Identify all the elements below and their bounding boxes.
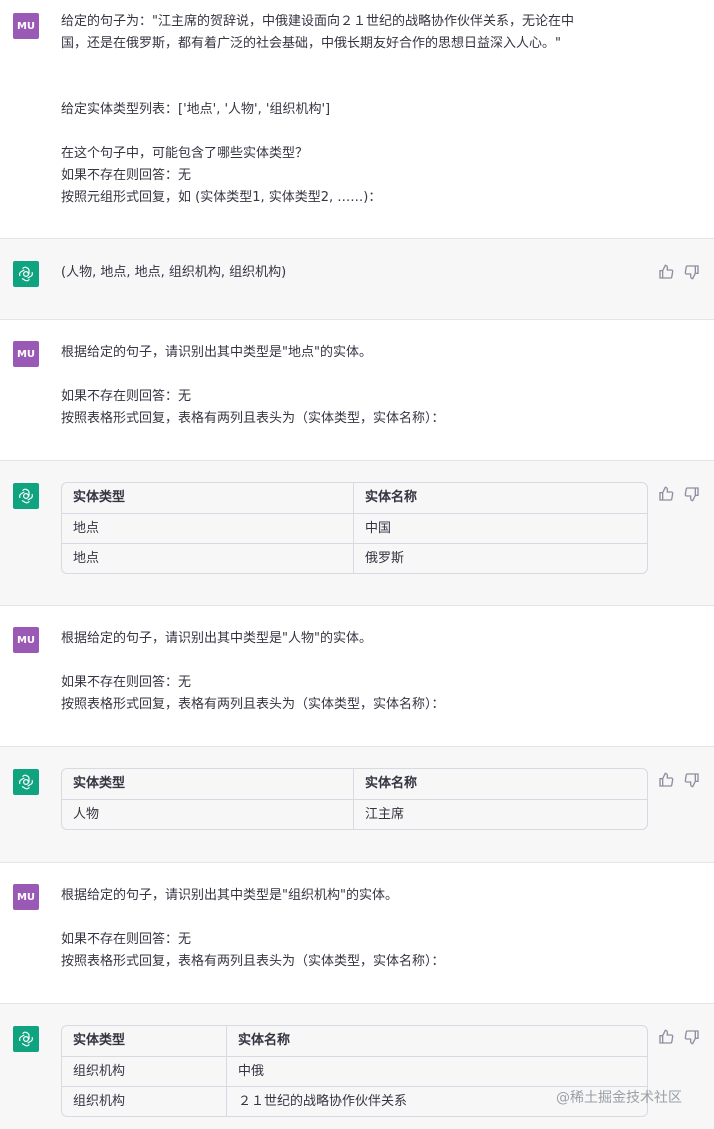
thumbs-up-icon[interactable] — [658, 772, 674, 788]
watermark: @稀土掘金技术社区 — [556, 1090, 682, 1106]
table-cell: 中俄 — [226, 1057, 647, 1086]
thumbs-down-icon[interactable] — [684, 264, 700, 280]
message-line: 给定的句子为："江主席的贺辞说，中俄建设面向２１世纪的战略协作伙伴关系，无论在中 — [61, 14, 574, 29]
table-header-cell: 实体类型 — [73, 1033, 126, 1048]
table-header-row: 实体类型 实体名称 — [62, 769, 647, 799]
message-line: 如果不存在则回答：无 — [61, 675, 192, 690]
user-message-text: 根据给定的句子，请识别出其中类型是"组织机构"的实体。 如果不存在则回答：无 按… — [61, 885, 445, 973]
table-header-cell: 实体名称 — [226, 1026, 647, 1056]
message-line: 在这个句子中，可能包含了哪些实体类型？ — [61, 146, 309, 161]
thumbs-up-icon[interactable] — [658, 264, 674, 280]
table-header-cell: 实体名称 — [353, 483, 647, 513]
user-avatar: MU — [13, 13, 39, 39]
assistant-message: 实体类型 实体名称 组织机构 中俄 组织机构 ２１世纪的战略协作伙伴关系 — [0, 1004, 714, 1129]
table-cell: 组织机构 — [73, 1064, 126, 1079]
user-message-text: 给定的句子为："江主席的贺辞说，中俄建设面向２１世纪的战略协作伙伴关系，无论在中… — [61, 11, 574, 209]
assistant-message-text: (人物, 地点, 地点, 组织机构, 组织机构) — [61, 262, 286, 284]
assistant-message: 实体类型 实体名称 人物 江主席 — [0, 747, 714, 863]
assistant-message: 实体类型 实体名称 地点 中国 地点 俄罗斯 — [0, 461, 714, 606]
message-line: 根据给定的句子，请识别出其中类型是"地点"的实体。 — [61, 345, 372, 360]
thumbs-down-icon[interactable] — [684, 486, 700, 502]
table-row: 人物 江主席 — [62, 799, 647, 829]
user-message: MU 根据给定的句子，请识别出其中类型是"人物"的实体。 如果不存在则回答：无 … — [0, 606, 714, 747]
user-message: MU 根据给定的句子，请识别出其中类型是"组织机构"的实体。 如果不存在则回答：… — [0, 863, 714, 1004]
message-line: 按照表格形式回复，表格有两列且表头为（实体类型，实体名称）： — [61, 697, 445, 712]
message-line: 如果不存在则回答：无 — [61, 389, 192, 404]
feedback-actions — [658, 264, 700, 280]
table-cell: 地点 — [73, 551, 100, 566]
entity-table: 实体类型 实体名称 人物 江主席 — [61, 768, 648, 830]
openai-logo-icon — [13, 769, 39, 795]
thumbs-down-icon[interactable] — [684, 1029, 700, 1045]
answer-tuple: (人物, 地点, 地点, 组织机构, 组织机构) — [61, 265, 287, 280]
table-header-cell: 实体类型 — [73, 490, 126, 505]
table-header-cell: 实体类型 — [73, 776, 126, 791]
table-cell: 中国 — [353, 514, 647, 543]
thumbs-down-icon[interactable] — [684, 772, 700, 788]
user-avatar: MU — [13, 341, 39, 367]
table-row: 地点 俄罗斯 — [62, 543, 647, 573]
table-header-row: 实体类型 实体名称 — [62, 483, 647, 513]
message-line: 按照表格形式回复，表格有两列且表头为（实体类型，实体名称）： — [61, 411, 445, 426]
message-line: 按照表格形式回复，表格有两列且表头为（实体类型，实体名称）： — [61, 954, 445, 969]
table-row: 组织机构 中俄 — [62, 1056, 647, 1086]
user-avatar: MU — [13, 884, 39, 910]
user-message-text: 根据给定的句子，请识别出其中类型是"人物"的实体。 如果不存在则回答：无 按照表… — [61, 628, 445, 716]
table-cell: 江主席 — [353, 800, 647, 829]
table-header-cell: 实体名称 — [353, 769, 647, 799]
table-header-row: 实体类型 实体名称 — [62, 1026, 647, 1056]
entity-table: 实体类型 实体名称 地点 中国 地点 俄罗斯 — [61, 482, 648, 574]
thumbs-up-icon[interactable] — [658, 1029, 674, 1045]
feedback-actions — [658, 772, 700, 788]
table-cell: 组织机构 — [73, 1094, 126, 1109]
openai-logo-icon — [13, 261, 39, 287]
message-line: 如果不存在则回答：无 — [61, 168, 192, 183]
user-message: MU 根据给定的句子，请识别出其中类型是"地点"的实体。 如果不存在则回答：无 … — [0, 320, 714, 461]
user-message-text: 根据给定的句子，请识别出其中类型是"地点"的实体。 如果不存在则回答：无 按照表… — [61, 342, 445, 430]
thumbs-up-icon[interactable] — [658, 486, 674, 502]
message-line: 国，还是在俄罗斯，都有着广泛的社会基础，中俄长期友好合作的思想日益深入人心。" — [61, 36, 561, 51]
table-cell: 俄罗斯 — [353, 544, 647, 573]
table-row: 地点 中国 — [62, 513, 647, 543]
openai-logo-icon — [13, 1026, 39, 1052]
message-line: 根据给定的句子，请识别出其中类型是"人物"的实体。 — [61, 631, 372, 646]
assistant-message: (人物, 地点, 地点, 组织机构, 组织机构) — [0, 239, 714, 320]
message-line: 给定实体类型列表：['地点', '人物', '组织机构'] — [61, 102, 331, 117]
user-message: MU 给定的句子为："江主席的贺辞说，中俄建设面向２１世纪的战略协作伙伴关系，无… — [0, 0, 714, 239]
message-line: 如果不存在则回答：无 — [61, 932, 192, 947]
user-avatar: MU — [13, 627, 39, 653]
table-cell: 地点 — [73, 521, 100, 536]
message-line: 按照元组形式回复，如 (实体类型1, 实体类型2, ……)： — [61, 190, 382, 205]
feedback-actions — [658, 1029, 700, 1045]
message-line: 根据给定的句子，请识别出其中类型是"组织机构"的实体。 — [61, 888, 398, 903]
feedback-actions — [658, 486, 700, 502]
table-cell: 人物 — [73, 807, 100, 822]
openai-logo-icon — [13, 483, 39, 509]
